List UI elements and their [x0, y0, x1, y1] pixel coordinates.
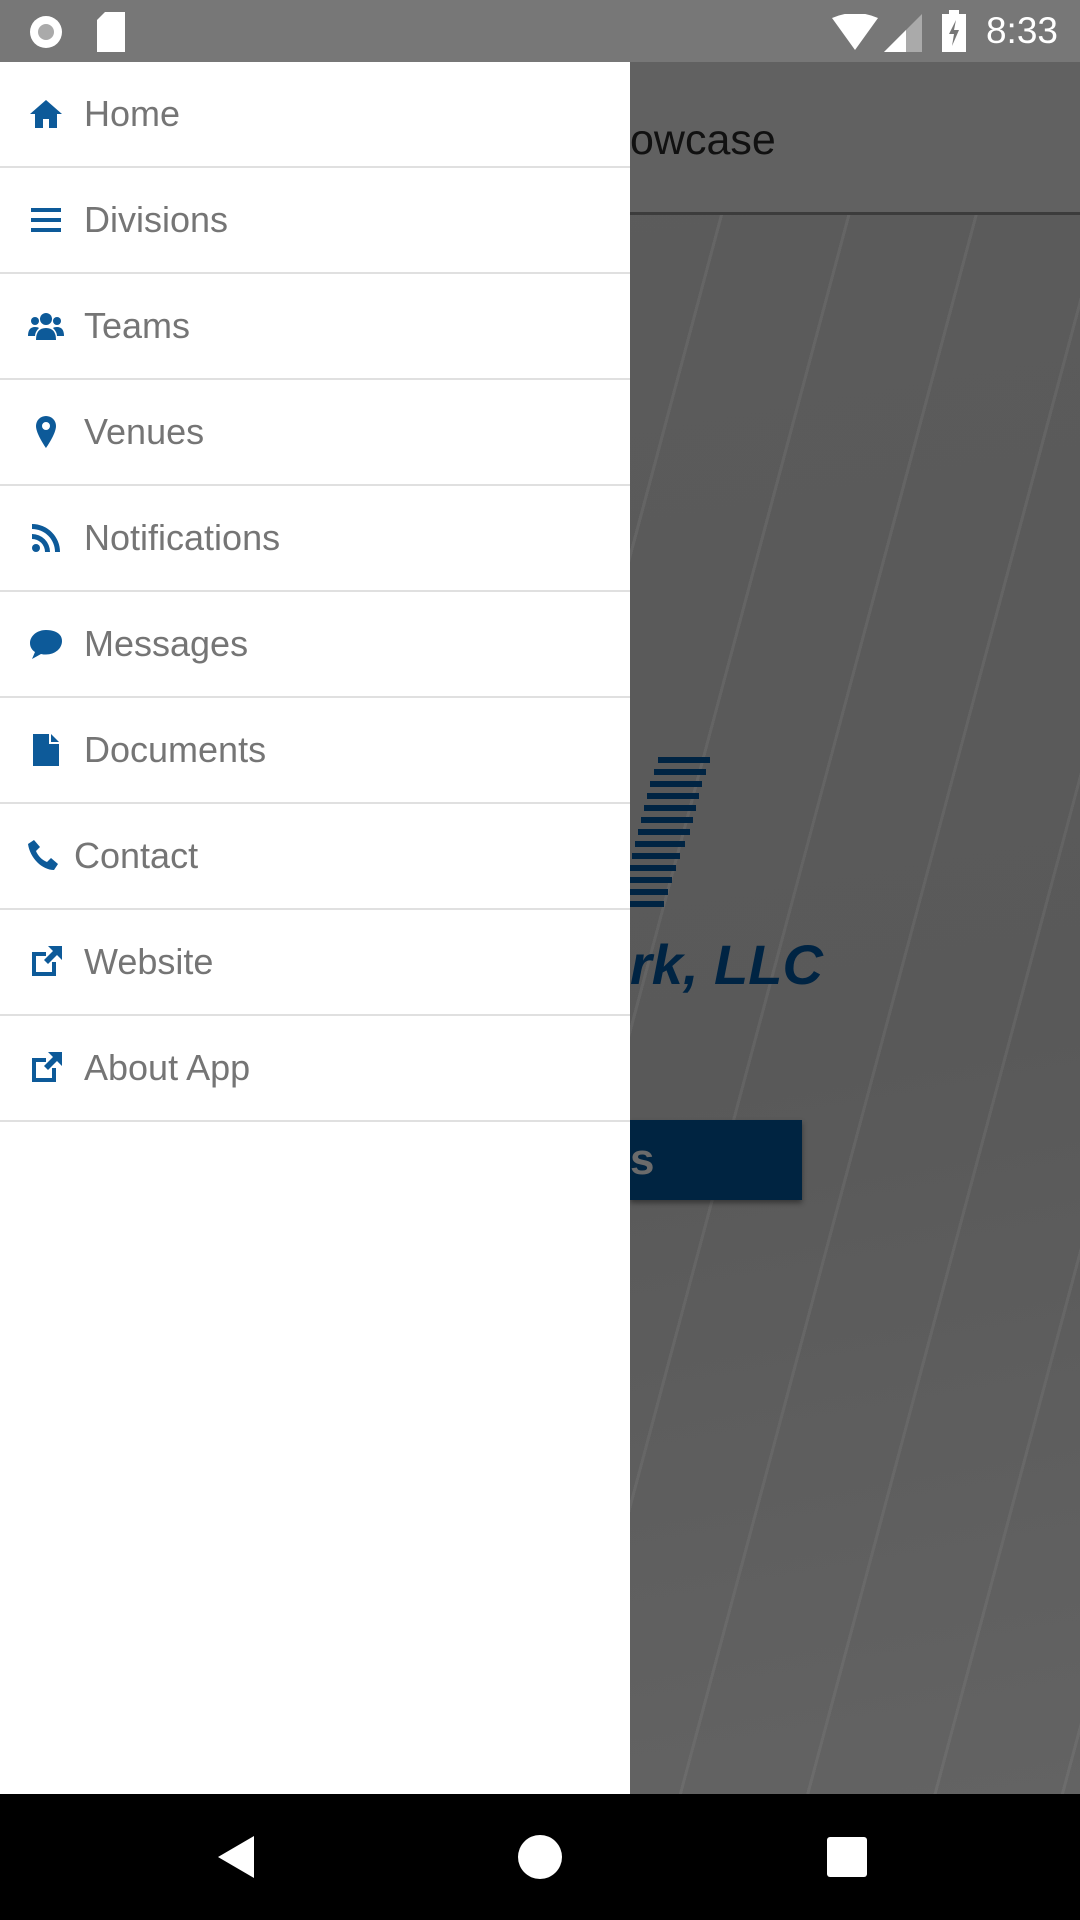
rss-icon	[26, 518, 66, 558]
drawer-item-divisions[interactable]: Divisions	[0, 168, 630, 274]
external-link-icon	[26, 942, 66, 982]
back-icon[interactable]	[214, 1834, 260, 1880]
drawer-item-teams[interactable]: Teams	[0, 274, 630, 380]
drawer-item-label: Notifications	[84, 517, 281, 558]
map-marker-icon	[26, 412, 66, 452]
drawer-item-label: About App	[84, 1047, 251, 1088]
phone-icon	[24, 836, 64, 876]
drawer-item-about-app[interactable]: About App	[0, 1016, 630, 1122]
list-icon	[26, 200, 66, 240]
drawer-item-messages[interactable]: Messages	[0, 592, 630, 698]
home-circle-icon[interactable]	[517, 1834, 563, 1880]
comment-icon	[26, 624, 66, 664]
drawer-item-label: Contact	[74, 835, 199, 876]
main-action-button[interactable]: s	[630, 1120, 802, 1200]
drawer-item-label: Documents	[84, 729, 267, 770]
external-link-icon	[26, 1048, 66, 1088]
drawer-item-label: Home	[84, 93, 181, 134]
recents-icon[interactable]	[824, 1834, 870, 1880]
status-bar: 8:33	[0, 0, 1080, 62]
battery-charging-icon	[942, 10, 966, 52]
signal-icon	[884, 14, 922, 52]
users-icon	[26, 306, 66, 346]
drawer-item-website[interactable]: Website	[0, 910, 630, 1016]
navigation-drawer: Home Divisions Teams Venues Notifications Mes…	[0, 62, 630, 1794]
wifi-icon	[832, 14, 878, 50]
system-nav-bar	[0, 1794, 1080, 1920]
clock: 8:33	[985, 10, 1058, 51]
drawer-item-label: Website	[84, 941, 214, 982]
drawer-item-contact[interactable]: Contact	[0, 804, 630, 910]
logo-stripes	[630, 757, 710, 907]
toolbar-title: owcase	[630, 116, 776, 164]
drawer-item-home[interactable]: Home	[0, 62, 630, 168]
drawer-item-label: Venues	[84, 411, 205, 452]
drawer-item-venues[interactable]: Venues	[0, 380, 630, 486]
drawer-item-label: Teams	[84, 305, 191, 346]
sd-card-icon	[97, 12, 125, 52]
logo-text: rk, LLC	[630, 933, 823, 996]
file-icon	[26, 730, 66, 770]
drawer-item-documents[interactable]: Documents	[0, 698, 630, 804]
drawer-item-notifications[interactable]: Notifications	[0, 486, 630, 592]
drawer-item-label: Messages	[84, 623, 249, 664]
record-icon	[30, 16, 62, 48]
drawer-item-label: Divisions	[84, 199, 229, 240]
home-icon	[26, 94, 66, 134]
